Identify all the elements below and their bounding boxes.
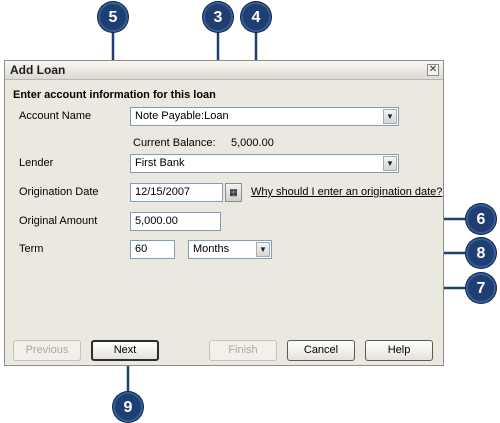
- dialog-heading: Enter account information for this loan: [13, 89, 216, 101]
- account-name-label: Account Name: [19, 110, 92, 122]
- origination-date-value: 12/15/2007: [135, 186, 191, 198]
- origination-date-label: Origination Date: [19, 186, 99, 198]
- origination-date-field[interactable]: 12/15/2007: [130, 183, 223, 202]
- account-name-combo[interactable]: Note Payable:Loan ▼: [130, 107, 399, 126]
- callout-5: 5: [98, 2, 128, 32]
- callout-7: 7: [466, 273, 496, 303]
- term-unit-combo[interactable]: Months ▼: [188, 240, 272, 259]
- lender-combo[interactable]: First Bank ▼: [130, 154, 399, 173]
- chevron-down-icon[interactable]: ▼: [383, 156, 397, 171]
- original-amount-value: 5,000.00: [135, 215, 178, 227]
- dialog-titlebar: Add Loan ✕: [5, 61, 443, 80]
- close-icon[interactable]: ✕: [427, 64, 439, 76]
- calendar-icon[interactable]: ▦: [225, 183, 242, 202]
- chevron-down-icon[interactable]: ▼: [256, 242, 270, 257]
- lender-label: Lender: [19, 157, 54, 169]
- term-unit-value: Months: [193, 243, 230, 255]
- next-button[interactable]: Next: [91, 340, 159, 361]
- chevron-down-icon[interactable]: ▼: [383, 109, 397, 124]
- callout-3: 3: [203, 2, 233, 32]
- term-label: Term: [19, 243, 44, 255]
- finish-button[interactable]: Finish: [209, 340, 277, 361]
- lender-value: First Bank: [135, 157, 185, 169]
- term-value: 60: [135, 243, 148, 255]
- add-loan-dialog: Add Loan ✕ Enter account information for…: [4, 60, 444, 366]
- origination-date-help-link[interactable]: Why should I enter an origination date?: [251, 186, 442, 198]
- callout-9: 9: [113, 392, 143, 422]
- help-button[interactable]: Help: [365, 340, 433, 361]
- current-balance-label: Current Balance:: [133, 137, 216, 149]
- cancel-button[interactable]: Cancel: [287, 340, 355, 361]
- account-name-value: Note Payable:Loan: [135, 110, 229, 122]
- callout-6: 6: [466, 204, 496, 234]
- current-balance-value: 5,000.00: [231, 137, 274, 149]
- previous-button[interactable]: Previous: [13, 340, 81, 361]
- dialog-title: Add Loan: [10, 63, 66, 77]
- original-amount-label: Original Amount: [19, 215, 98, 227]
- term-field[interactable]: 60: [130, 240, 175, 259]
- callout-4: 4: [241, 2, 271, 32]
- original-amount-field[interactable]: 5,000.00: [130, 212, 221, 231]
- callout-8: 8: [466, 238, 496, 268]
